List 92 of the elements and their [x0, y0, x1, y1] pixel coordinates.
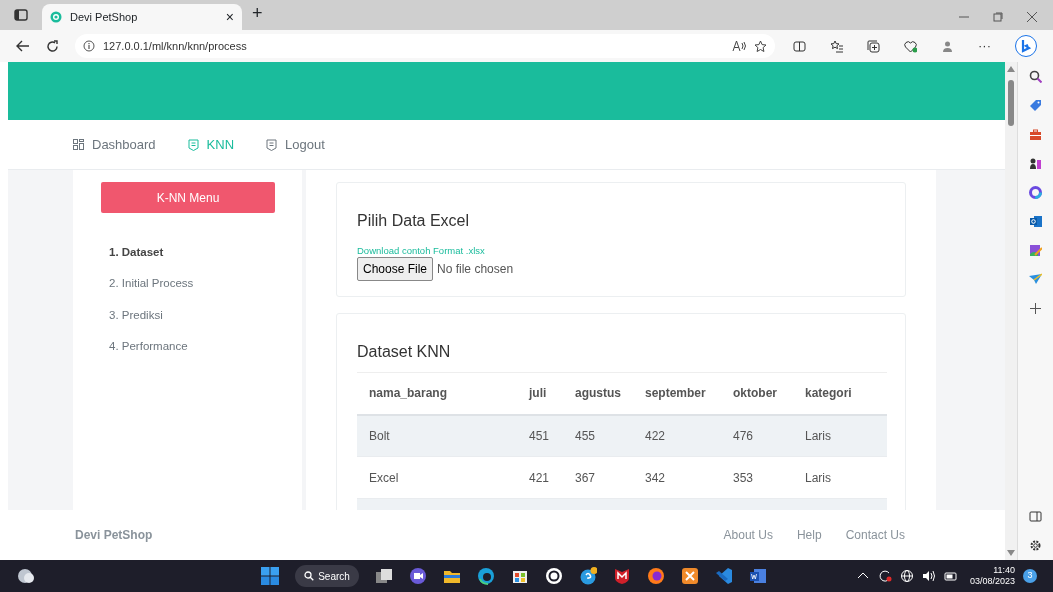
tab-title: Devi PetShop [70, 9, 139, 25]
scroll-down-icon[interactable] [1007, 550, 1015, 556]
sidebar-toggle-icon[interactable] [14, 9, 28, 21]
search-icon [304, 571, 315, 581]
nav-link[interactable]: Logout [266, 134, 325, 155]
collections-icon[interactable] [867, 39, 880, 53]
document-icon [266, 138, 278, 151]
column-header: agustus [563, 372, 633, 415]
battery-icon[interactable] [943, 569, 958, 583]
paper-plane-icon[interactable] [1029, 273, 1042, 286]
scrollbar[interactable] [1005, 62, 1017, 560]
site-icon [50, 11, 62, 23]
side-panel-icon[interactable] [1029, 510, 1042, 523]
mail-app-icon[interactable] [1029, 215, 1042, 228]
knn-menu-button[interactable]: K-NN Menu [101, 182, 275, 213]
split-screen-icon[interactable] [793, 39, 806, 53]
heart-monitor-icon[interactable] [904, 39, 917, 53]
column-header: nama_barang [357, 372, 517, 415]
file-status: No file chosen [437, 261, 514, 278]
card-title: Dataset KNN [357, 342, 452, 362]
column-header: oktober [721, 372, 793, 415]
sync-icon[interactable] [877, 569, 892, 583]
close-tab-button[interactable]: × [225, 6, 234, 28]
tag-icon[interactable] [1029, 99, 1042, 112]
chess-pieces-icon[interactable] [1029, 157, 1042, 170]
word-doc-icon[interactable] [749, 567, 767, 585]
start-icon[interactable] [261, 567, 279, 585]
video-chat-icon[interactable] [409, 567, 427, 585]
fox-browser-icon[interactable] [647, 567, 665, 585]
task-view-icon[interactable] [375, 567, 393, 585]
table-cell: 476 [721, 414, 793, 457]
column-header: kategori [793, 372, 887, 415]
table-cell: 353 [721, 456, 793, 499]
shield-icon[interactable] [613, 567, 631, 585]
choose-file-button[interactable]: Choose File [357, 257, 434, 281]
close-icon[interactable] [1027, 12, 1037, 22]
weather-icon[interactable] [16, 568, 36, 584]
globe-icon[interactable] [899, 569, 914, 583]
info-icon[interactable] [83, 40, 95, 52]
document-icon [187, 138, 199, 151]
favorite-star-icon[interactable] [754, 39, 767, 53]
search-icon[interactable] [1029, 70, 1042, 83]
table-cell: 342 [633, 456, 721, 499]
table-cell: 451 [517, 414, 563, 457]
taskbar-search[interactable]: Search [295, 565, 359, 587]
footer-link[interactable]: About Us [723, 526, 773, 544]
table-cell: Laris [793, 456, 887, 499]
read-aloud-icon[interactable] [732, 40, 746, 52]
circle-app-icon[interactable] [545, 567, 563, 585]
table-cell: Excel [357, 456, 517, 499]
footer-link[interactable]: Help [796, 526, 822, 544]
clock-time[interactable]: 11:40 [969, 565, 1015, 576]
more-button[interactable]: ··· [978, 36, 991, 56]
speaker-icon[interactable] [921, 569, 936, 583]
ring-logo-icon[interactable] [1029, 186, 1042, 199]
scroll-up-icon[interactable] [1007, 66, 1015, 72]
help-icon[interactable] [579, 567, 597, 585]
nav-link[interactable]: Dashboard [73, 134, 156, 155]
add-icon[interactable] [1029, 302, 1042, 315]
new-tab-button[interactable]: + [252, 0, 263, 27]
edge-browser-icon[interactable] [477, 567, 495, 585]
profile-icon[interactable] [941, 39, 954, 53]
sidebar-item[interactable]: 3. Prediksi [101, 299, 275, 331]
code-editor-icon[interactable] [715, 567, 733, 585]
table-cell: Bolt [357, 414, 517, 457]
reload-icon[interactable] [46, 39, 59, 53]
drawing-app-icon[interactable] [1029, 244, 1042, 257]
table-cell: 421 [517, 456, 563, 499]
table-cell: 422 [633, 414, 721, 457]
sidebar-item[interactable]: 4. Performance [101, 330, 275, 362]
back-icon[interactable] [16, 40, 30, 52]
toolbox-icon[interactable] [1029, 128, 1042, 141]
favorites-icon[interactable] [830, 39, 843, 53]
table-cell: Laris [793, 414, 887, 457]
server-app-icon[interactable] [681, 567, 699, 585]
notification-badge[interactable]: 3 [1023, 569, 1037, 583]
card-title: Pilih Data Excel [357, 211, 471, 231]
column-header: juli [517, 372, 563, 415]
column-header: september [633, 372, 721, 415]
copilot-icon[interactable] [1015, 35, 1037, 57]
clock-date[interactable]: 03/08/2023 [969, 576, 1015, 587]
sidebar-item[interactable]: 2. Initial Process [101, 268, 275, 300]
footer-brand: Devi PetShop [75, 527, 153, 544]
browser-tab[interactable]: Devi PetShop × [42, 4, 242, 30]
footer-link[interactable]: Contact Us [845, 526, 905, 544]
scroll-thumb[interactable] [1008, 80, 1014, 126]
sidebar-item[interactable]: 1. Dataset [101, 237, 275, 269]
table-cell: 455 [563, 414, 633, 457]
table-cell: 367 [563, 456, 633, 499]
settings-icon[interactable] [1029, 539, 1042, 552]
maximize-icon[interactable] [993, 12, 1003, 22]
dashboard-icon [73, 139, 84, 150]
